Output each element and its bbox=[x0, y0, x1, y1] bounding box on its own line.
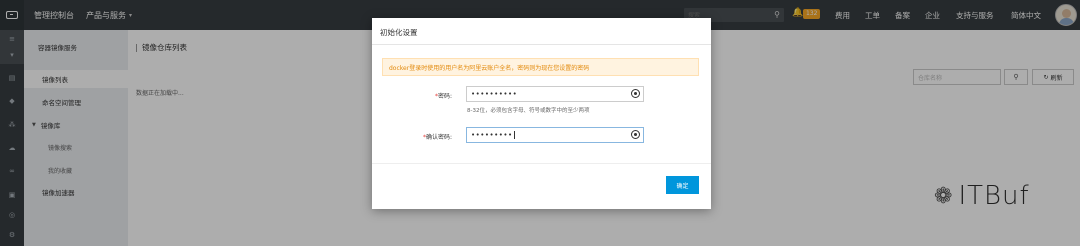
confirm-password-field[interactable]: ••••••••• bbox=[466, 127, 644, 143]
password-hint: 8-32位，必须包含字母、符号或数字中的至少两项 bbox=[467, 108, 590, 114]
watermark: ❁ ITBuf bbox=[934, 181, 1030, 211]
dialog-title: 初始化设置 bbox=[380, 28, 418, 37]
password-label: *密码: bbox=[372, 91, 452, 100]
dialog-footer-divider bbox=[372, 163, 711, 164]
password-label-text: 密码: bbox=[437, 93, 452, 100]
confirm-button[interactable]: 确定 bbox=[666, 176, 699, 194]
show-password-icon[interactable] bbox=[631, 130, 640, 139]
dialog-divider bbox=[372, 44, 711, 45]
confirm-password-value: ••••••••• bbox=[471, 131, 513, 139]
notice-banner: docker登录时使用的用户名为阿里云账户全名，密码则为现在您设置的密码 bbox=[382, 58, 699, 76]
wechat-icon: ❁ bbox=[934, 183, 953, 209]
confirm-password-label: *确认密码: bbox=[372, 132, 452, 141]
init-settings-dialog: 初始化设置 docker登录时使用的用户名为阿里云账户全名，密码则为现在您设置的… bbox=[372, 18, 711, 209]
show-password-icon[interactable] bbox=[631, 89, 640, 98]
watermark-text: ITBuf bbox=[958, 181, 1030, 211]
confirm-password-label-text: 确认密码: bbox=[425, 134, 452, 141]
text-cursor bbox=[513, 131, 515, 139]
password-value: •••••••••• bbox=[471, 90, 518, 98]
password-field[interactable]: •••••••••• bbox=[466, 86, 644, 102]
